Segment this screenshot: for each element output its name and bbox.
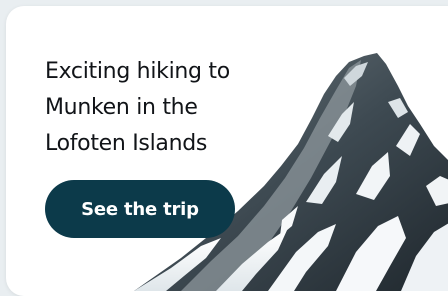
see-trip-button[interactable]: See the trip bbox=[45, 180, 235, 238]
trip-card: Exciting hiking to Munken in the Lofoten… bbox=[6, 6, 448, 296]
headline-line: Munken in the bbox=[45, 95, 198, 120]
card-text: Exciting hiking to Munken in the Lofoten… bbox=[45, 54, 285, 162]
headline-line: Lofoten Islands bbox=[45, 131, 208, 156]
headline-line: Exciting hiking to bbox=[45, 59, 230, 84]
trip-headline: Exciting hiking to Munken in the Lofoten… bbox=[45, 54, 285, 162]
